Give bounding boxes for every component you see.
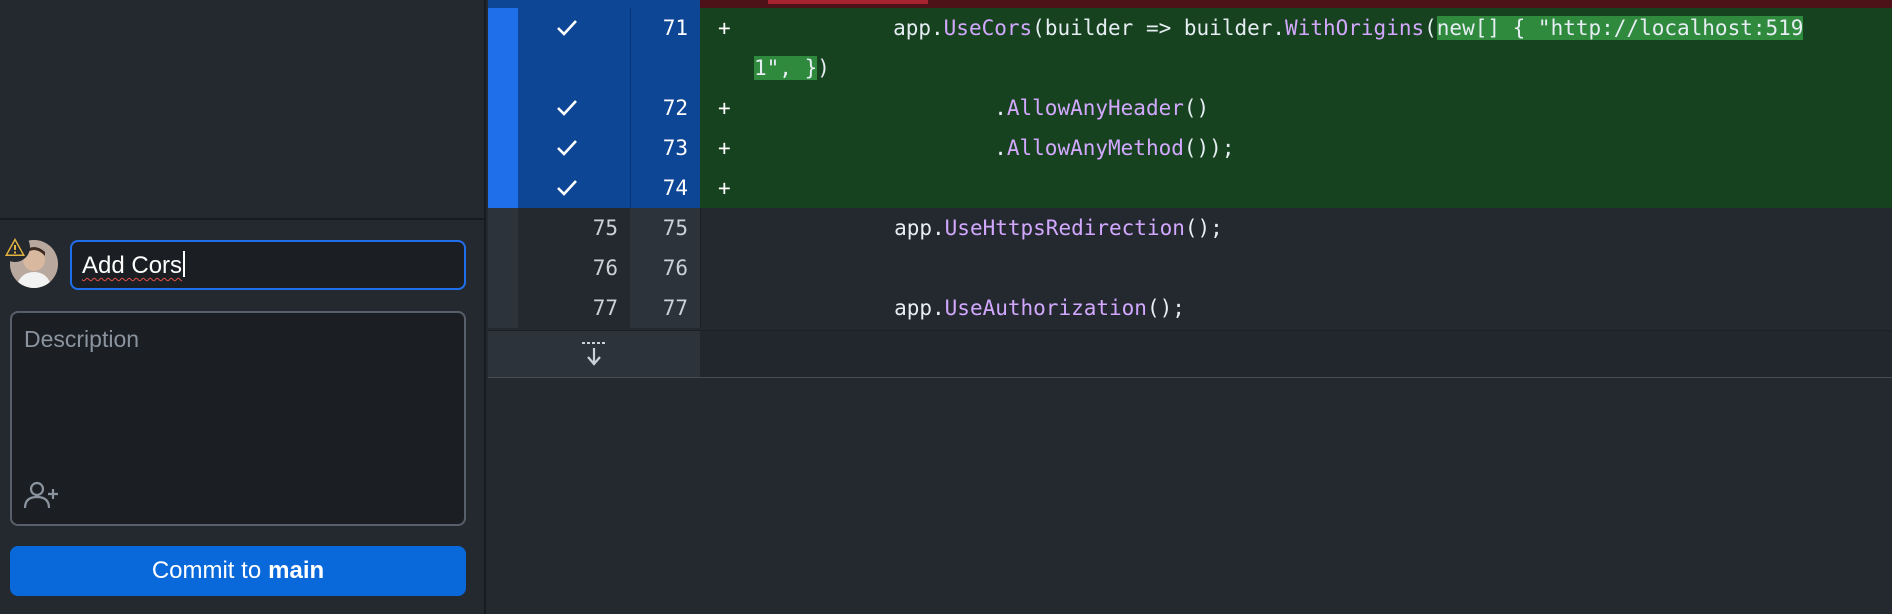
code-token: UseCors (943, 16, 1033, 40)
code-line: app.UseAuthorization(); (700, 288, 1892, 328)
diff-line-context: 77 77 app.UseAuthorization(); (488, 288, 1892, 328)
check-icon[interactable] (556, 19, 578, 37)
text-caret (183, 251, 186, 277)
code-content: .AllowAnyMethod()); (754, 128, 1234, 168)
old-line-number: 77 (592, 296, 618, 320)
code-token: () (1183, 96, 1210, 120)
old-line-number: 75 (592, 216, 618, 240)
code-token: ( (1424, 16, 1437, 40)
code-content: app.UseCors(builder => builder.WithOrigi… (754, 8, 1804, 48)
code-token: (); (1146, 296, 1185, 320)
code-token: (); (1184, 216, 1223, 240)
description-placeholder: Description (24, 326, 140, 352)
added-sign: + (718, 96, 731, 120)
line-select-toggle[interactable] (518, 88, 630, 128)
code-content-wrapped: 1", }) (754, 48, 830, 88)
code-token: (builder => builder. (1032, 16, 1286, 40)
code-token: UseHttpsRedirection (944, 216, 1185, 240)
expand-down-icon[interactable] (580, 339, 608, 369)
code-line: app.UseHttpsRedirection(); (700, 208, 1892, 248)
code-content: app.UseAuthorization(); (755, 288, 1185, 328)
diff-line-added[interactable]: 73 + .AllowAnyMethod()); (488, 128, 1892, 168)
code-line (700, 248, 1892, 288)
commit-button-branch: main (268, 557, 325, 584)
code-token: . (994, 136, 1007, 160)
hunk-strip[interactable] (488, 8, 518, 48)
deleted-line-remnant (488, 0, 1892, 8)
hunk-strip[interactable] (488, 48, 518, 88)
hunk-strip (488, 208, 518, 248)
code-line: + .AllowAnyMethod()); (700, 128, 1892, 168)
code-token: app. (894, 216, 945, 240)
add-coauthor-icon[interactable] (23, 480, 63, 510)
description-textarea[interactable]: Description (10, 311, 466, 526)
commit-panel: Add Cors Description Commit to main (0, 0, 486, 614)
code-line: 1", }) (700, 48, 1892, 88)
code-content: app.UseHttpsRedirection(); (755, 208, 1223, 248)
code-token: ) (817, 56, 830, 80)
code-token: new[] { "http://localhost:519 (1436, 16, 1804, 40)
line-select-toggle[interactable] (518, 8, 630, 48)
code-token: . (994, 96, 1007, 120)
diff-line-context: 75 75 app.UseHttpsRedirection(); (488, 208, 1892, 248)
code-token: WithOrigins (1285, 16, 1425, 40)
code-token: AllowAnyHeader (1006, 96, 1184, 120)
new-line-number: 77 (630, 288, 700, 328)
hunk-strip[interactable] (488, 128, 518, 168)
diff-line-added[interactable]: 72 + .AllowAnyHeader() (488, 88, 1892, 128)
warning-icon[interactable] (0, 232, 30, 262)
changes-list-area (0, 0, 484, 220)
old-line-number: 76 (592, 256, 618, 280)
hunk-strip (488, 248, 518, 288)
code-token: app. (893, 16, 944, 40)
new-line-number: 75 (630, 208, 700, 248)
check-icon[interactable] (556, 179, 578, 197)
check-icon[interactable] (556, 139, 578, 157)
new-line-number (630, 48, 700, 88)
summary-input[interactable]: Add Cors (70, 240, 466, 290)
code-token: app. (894, 296, 945, 320)
added-sign: + (718, 16, 731, 40)
diff-line-added[interactable]: 74 + (488, 168, 1892, 208)
diff-line-added[interactable]: 71 + app.UseCors(builder => builder.WithO… (488, 8, 1892, 48)
code-content: .AllowAnyHeader() (754, 88, 1209, 128)
code-token: UseAuthorization (944, 296, 1147, 320)
line-select-toggle[interactable] (518, 128, 630, 168)
check-icon[interactable] (556, 99, 578, 117)
hunk-strip[interactable] (488, 88, 518, 128)
expand-context-row[interactable] (488, 330, 1892, 378)
added-sign: + (718, 176, 731, 200)
code-token: AllowAnyMethod (1006, 136, 1184, 160)
new-line-number: 72 (630, 88, 700, 128)
diff-line-context: 76 76 (488, 248, 1892, 288)
code-token: 1", } (754, 56, 818, 80)
new-line-number: 74 (630, 168, 700, 208)
new-line-number: 73 (630, 128, 700, 168)
diff-view: 71 + app.UseCors(builder => builder.WithO… (488, 0, 1892, 614)
code-line: + app.UseCors(builder => builder.WithOri… (700, 8, 1892, 48)
line-select-toggle[interactable] (518, 168, 630, 208)
commit-button[interactable]: Commit to main (10, 546, 466, 596)
summary-text: Add Cors (82, 252, 183, 279)
hunk-strip (488, 288, 518, 328)
commit-button-prefix: Commit to (151, 557, 262, 584)
code-line: + (700, 168, 1892, 208)
added-sign: + (718, 136, 731, 160)
new-line-number: 76 (630, 248, 700, 288)
hunk-strip[interactable] (488, 168, 518, 208)
new-line-number: 71 (630, 8, 700, 48)
code-line: + .AllowAnyHeader() (700, 88, 1892, 128)
diff-line-added[interactable]: 1", }) (488, 48, 1892, 88)
line-select-toggle[interactable] (518, 48, 630, 88)
code-token: ()); (1183, 136, 1235, 160)
